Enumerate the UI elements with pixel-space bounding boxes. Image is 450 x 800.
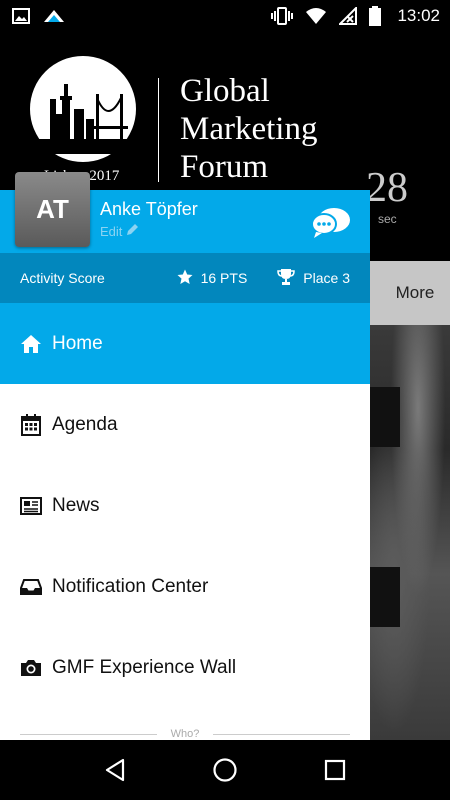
profile-header: AT Anke Töpfer Edit xyxy=(0,172,370,253)
logo-divider xyxy=(158,78,159,182)
calendar-icon xyxy=(20,413,42,436)
menu-item-gmf-experience-wall[interactable]: GMF Experience Wall xyxy=(0,627,370,708)
edit-profile-link[interactable]: Edit xyxy=(100,223,139,239)
inbox-icon xyxy=(20,576,42,598)
battery-icon xyxy=(369,6,382,26)
trophy-icon xyxy=(277,268,296,288)
menu-item-label: Agenda xyxy=(52,413,118,435)
points-badge: 16 PTS xyxy=(177,269,248,288)
event-title-line: Forum xyxy=(180,149,269,185)
menu-item-label: News xyxy=(52,494,100,516)
vibrate-icon xyxy=(271,7,294,25)
chat-bubbles-icon xyxy=(311,208,350,238)
star-icon xyxy=(177,269,193,288)
section-divider: Who? xyxy=(20,728,350,740)
section-label: Who? xyxy=(170,728,200,740)
countdown-value: 28 xyxy=(366,165,408,211)
lisbon-skyline-logo xyxy=(28,54,138,164)
event-title: Global Marketing Forum xyxy=(180,72,317,186)
recents-icon[interactable] xyxy=(315,750,355,790)
countdown-unit: sec xyxy=(378,212,397,226)
menu-item-label: Home xyxy=(52,332,103,354)
activity-score-label: Activity Score xyxy=(20,270,105,286)
clock: 13:02 xyxy=(397,6,440,25)
divider-line xyxy=(20,733,157,735)
chat-button[interactable] xyxy=(310,204,352,245)
navigation-drawer: AT Anke Töpfer Edit Activity Score 16 PT… xyxy=(0,172,370,740)
menu-item-news[interactable]: News xyxy=(0,465,370,546)
event-logo: Lisbon 2017 Global Marketing Forum xyxy=(28,54,317,185)
activity-score-bar[interactable]: Activity Score 16 PTS Place 3 xyxy=(0,253,370,303)
edit-label: Edit xyxy=(100,223,123,239)
back-icon[interactable] xyxy=(95,750,135,790)
menu-item-label: Notification Center xyxy=(52,575,209,597)
menu-item-notification-center[interactable]: Notification Center xyxy=(0,546,370,627)
place-badge: Place 3 xyxy=(277,268,350,288)
no-signal-icon xyxy=(339,7,358,25)
points-value: 16 PTS xyxy=(200,270,248,286)
avatar[interactable]: AT xyxy=(15,172,90,247)
place-value: Place 3 xyxy=(303,270,350,286)
event-title-line: Marketing xyxy=(180,111,318,147)
divider-line xyxy=(213,733,350,735)
menu-item-agenda[interactable]: Agenda xyxy=(0,384,370,465)
menu-item-label: GMF Experience Wall xyxy=(52,656,237,678)
app-notification-icon xyxy=(42,8,66,24)
home-circle-icon[interactable] xyxy=(205,750,245,790)
camera-icon xyxy=(20,657,42,679)
newspaper-icon xyxy=(20,495,42,517)
pencil-icon xyxy=(126,223,139,239)
more-button[interactable]: More xyxy=(370,261,450,325)
drawer-menu: Home Agenda News Notification Center GMF… xyxy=(0,303,370,708)
user-name: Anke Töpfer xyxy=(100,199,198,219)
background-tile xyxy=(370,567,400,627)
wifi-icon xyxy=(305,7,327,25)
event-title-line: Global xyxy=(180,73,270,109)
image-notification-icon xyxy=(12,8,30,24)
system-nav-bar xyxy=(0,740,450,800)
menu-item-home[interactable]: Home xyxy=(0,303,370,384)
home-icon xyxy=(20,333,42,355)
background-tile xyxy=(370,387,400,447)
status-bar: 13:02 xyxy=(0,0,450,32)
